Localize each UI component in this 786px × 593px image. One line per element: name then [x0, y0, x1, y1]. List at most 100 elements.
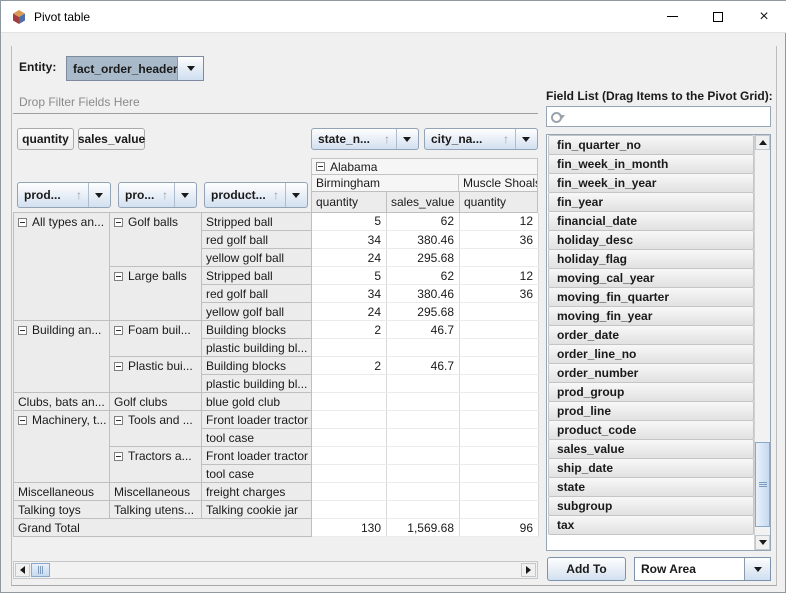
row-header-cell[interactable]: Building blocks [202, 321, 312, 339]
collapse-icon[interactable] [114, 326, 123, 335]
data-field-button[interactable]: quantity [17, 128, 74, 150]
row-header-cell[interactable]: All types an... [14, 213, 110, 321]
pivot-field-button[interactable]: city_na...↑ [424, 128, 538, 150]
row-header-cell[interactable]: Tools and ... [110, 411, 202, 447]
collapse-icon[interactable] [114, 416, 123, 425]
collapse-icon[interactable] [114, 272, 123, 281]
row-header-cell[interactable]: yellow golf ball [202, 249, 312, 267]
pivot-field-button[interactable]: state_n...↑ [311, 128, 419, 150]
entity-dropdown-button[interactable] [177, 57, 203, 80]
field-list-item[interactable]: order_line_no [548, 344, 754, 364]
close-button[interactable]: × [741, 1, 786, 32]
field-list-item[interactable]: product_code [548, 420, 754, 440]
row-header-cell[interactable]: tool case [202, 429, 312, 447]
field-list-item[interactable]: fin_week_in_year [548, 173, 754, 193]
field-list-item[interactable]: fin_year [548, 192, 754, 212]
field-list-item[interactable]: prod_group [548, 382, 754, 402]
scroll-up-button[interactable] [755, 135, 770, 150]
area-combobox[interactable]: Row Area [634, 557, 771, 581]
row-header-cell[interactable]: Talking toys [14, 501, 110, 519]
field-list-item[interactable]: fin_quarter_no [548, 135, 754, 155]
area-dropdown-button[interactable] [744, 558, 770, 580]
field-list-item[interactable]: financial_date [548, 211, 754, 231]
row-header-cell[interactable]: red golf ball [202, 285, 312, 303]
field-search-box[interactable] [546, 106, 771, 127]
row-header-cell[interactable]: Machinery, t... [14, 411, 110, 483]
pivot-field-button[interactable]: prod...↑ [17, 182, 111, 208]
measure-header[interactable]: sales_value [386, 191, 460, 213]
row-header-cell[interactable]: Miscellaneous [14, 483, 110, 501]
field-list-item[interactable]: fin_week_in_month [548, 154, 754, 174]
maximize-button[interactable] [695, 1, 741, 32]
measure-header[interactable]: quantity [459, 191, 538, 213]
field-filter-dropdown-button[interactable] [174, 183, 194, 207]
field-list-item[interactable]: moving_cal_year [548, 268, 754, 288]
field-list-item[interactable]: holiday_desc [548, 230, 754, 250]
row-header-cell[interactable]: Miscellaneous [110, 483, 202, 501]
row-header-cell[interactable]: Front loader tractor [202, 411, 312, 429]
field-list-item[interactable]: holiday_flag [548, 249, 754, 269]
scroll-left-button[interactable] [15, 563, 30, 577]
horizontal-scroll-thumb[interactable] [31, 563, 50, 577]
row-header-cell[interactable]: Building an... [14, 321, 110, 393]
row-header-cell[interactable]: Talking utens... [110, 501, 202, 519]
collapse-icon[interactable] [316, 162, 325, 171]
field-filter-dropdown-button[interactable] [88, 183, 108, 207]
row-header-cell[interactable]: Golf balls [110, 213, 202, 267]
row-header-cell[interactable]: Stripped ball [202, 213, 312, 231]
add-to-button[interactable]: Add To [547, 557, 626, 581]
row-header-cell[interactable]: red golf ball [202, 231, 312, 249]
row-header-cell[interactable]: Talking cookie jar [202, 501, 312, 519]
field-filter-dropdown-button[interactable] [515, 129, 535, 149]
field-list-item[interactable]: moving_fin_year [548, 306, 754, 326]
collapse-icon[interactable] [18, 218, 27, 227]
data-field-button[interactable]: sales_value [78, 128, 145, 150]
collapse-icon[interactable] [114, 218, 123, 227]
row-header-cell[interactable]: plastic building bl... [202, 375, 312, 393]
field-list-scrollbar[interactable] [754, 135, 770, 550]
field-list-item[interactable]: state [548, 477, 754, 497]
field-list-item[interactable]: tax [548, 515, 754, 535]
search-input[interactable] [565, 107, 770, 126]
row-header-cell[interactable]: plastic building bl... [202, 339, 312, 357]
scroll-right-button[interactable] [521, 563, 536, 577]
field-list-item[interactable]: order_number [548, 363, 754, 383]
sort-ascending-icon[interactable]: ↑ [384, 132, 390, 146]
row-header-cell[interactable]: Foam buil... [110, 321, 202, 357]
row-header-cell[interactable]: Golf clubs [110, 393, 202, 411]
row-header-cell[interactable]: Tractors a... [110, 447, 202, 483]
field-filter-dropdown-button[interactable] [396, 129, 416, 149]
scroll-down-button[interactable] [755, 535, 770, 550]
collapse-icon[interactable] [114, 452, 123, 461]
vertical-scroll-thumb[interactable] [755, 442, 770, 527]
row-header-cell[interactable]: Large balls [110, 267, 202, 321]
minimize-button[interactable] [649, 1, 695, 32]
city-header[interactable]: Muscle Shoals [458, 174, 538, 192]
city-header[interactable]: Birmingham [311, 174, 459, 192]
horizontal-scrollbar[interactable] [13, 561, 538, 579]
measure-header[interactable]: quantity [311, 191, 387, 213]
sort-ascending-icon[interactable]: ↑ [503, 132, 509, 146]
collapse-icon[interactable] [18, 326, 27, 335]
row-header-cell[interactable]: tool case [202, 465, 312, 483]
row-header-cell[interactable]: Plastic bui... [110, 357, 202, 393]
sort-ascending-icon[interactable]: ↑ [76, 188, 82, 202]
column-group-header[interactable]: Alabama [311, 158, 538, 175]
entity-combobox[interactable]: fact_order_header [66, 56, 204, 81]
sort-ascending-icon[interactable]: ↑ [273, 188, 279, 202]
row-header-cell[interactable]: Front loader tractor [202, 447, 312, 465]
sort-ascending-icon[interactable]: ↑ [162, 188, 168, 202]
row-header-cell[interactable]: blue gold club [202, 393, 312, 411]
collapse-icon[interactable] [18, 416, 27, 425]
field-list-item[interactable]: moving_fin_quarter [548, 287, 754, 307]
row-header-cell[interactable]: Stripped ball [202, 267, 312, 285]
pivot-field-button[interactable]: product...↑ [204, 182, 308, 208]
field-list-item[interactable]: sales_value [548, 439, 754, 459]
row-header-cell[interactable]: Clubs, bats an... [14, 393, 110, 411]
field-list-item[interactable]: ship_date [548, 458, 754, 478]
pivot-field-button[interactable]: pro...↑ [118, 182, 197, 208]
field-list-item[interactable]: order_date [548, 325, 754, 345]
row-header-cell[interactable]: yellow golf ball [202, 303, 312, 321]
field-filter-dropdown-button[interactable] [285, 183, 305, 207]
field-list-item[interactable]: subgroup [548, 496, 754, 516]
